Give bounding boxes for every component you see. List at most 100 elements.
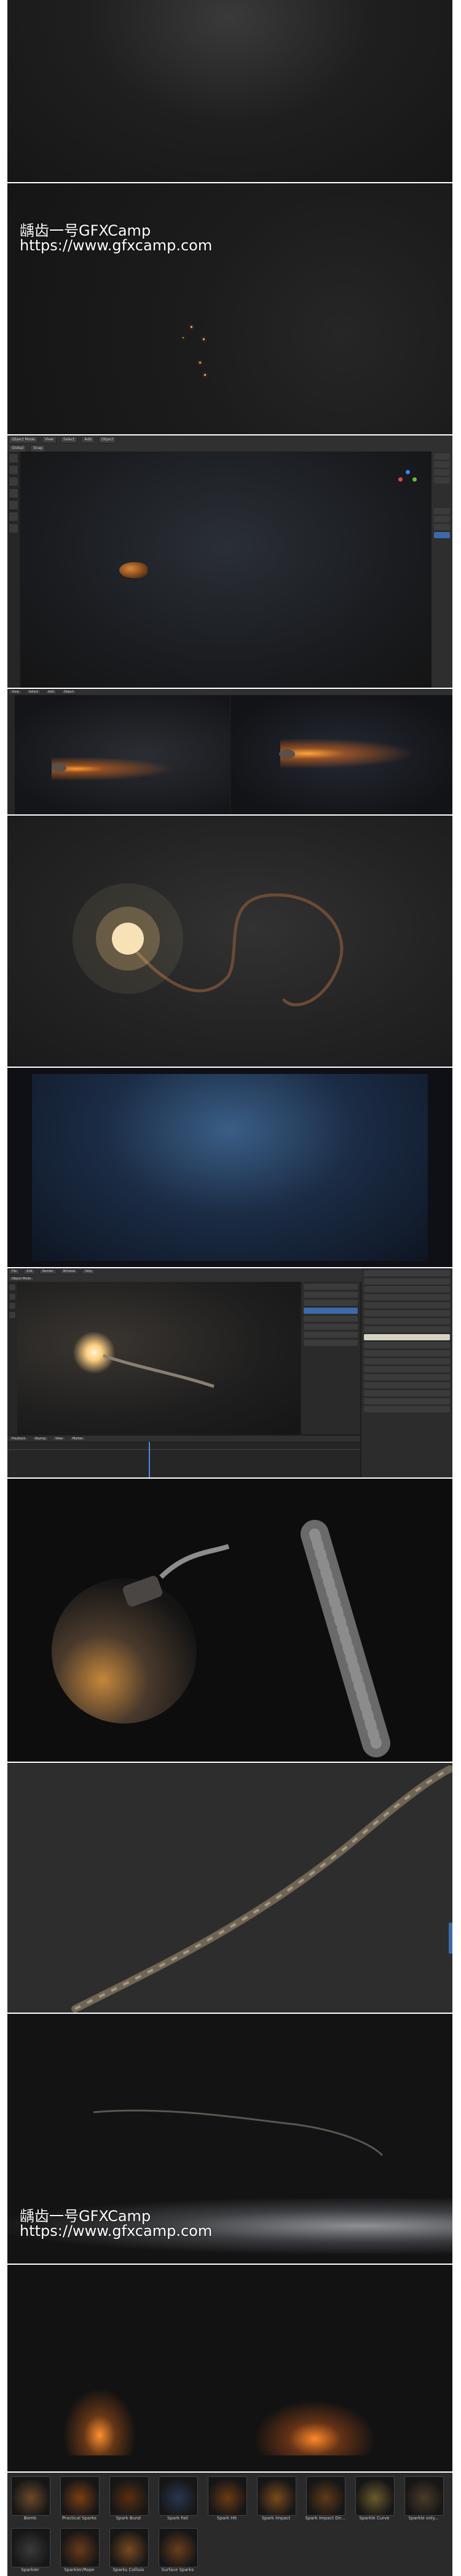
library-item-label: Spark Hit — [216, 2516, 237, 2521]
menu-item[interactable]: Keying — [32, 1436, 49, 1441]
menu-item[interactable]: Render — [39, 1269, 57, 1274]
playhead[interactable] — [149, 1442, 150, 1477]
menu-item[interactable]: View — [41, 436, 57, 443]
rotate-tool-icon[interactable] — [9, 488, 18, 498]
mode-dropdown[interactable]: Object Mode — [9, 1276, 34, 1281]
toolbar — [7, 1282, 17, 1434]
library-item-thumbnail[interactable] — [11, 2528, 50, 2567]
spark-trail — [52, 757, 175, 781]
spark — [199, 362, 201, 364]
library-item-label: Bomb — [23, 2516, 37, 2521]
spark-burst — [63, 2388, 136, 2455]
library-item-label: Sparks Collisio — [112, 2567, 144, 2572]
watermark-line2: https://www.gfxcamp.com — [20, 2222, 213, 2240]
library-item-label: Spark Impact — [261, 2516, 291, 2521]
library-item-label: Sparkle only... — [408, 2516, 439, 2521]
library-item-thumbnail[interactable] — [159, 2476, 198, 2516]
smoke-texture-panel — [7, 0, 452, 182]
library-item-thumbnail[interactable] — [404, 2476, 444, 2516]
timeline[interactable]: Playback Keying View Marker — [7, 1436, 360, 1477]
menu-item[interactable]: View — [9, 690, 22, 694]
library-item-thumbnail[interactable] — [11, 2476, 50, 2516]
menu-item[interactable]: File — [9, 1269, 20, 1274]
scale-tool-icon[interactable] — [9, 1311, 16, 1319]
viewport-header: Object Mode View Select Add Object — [7, 435, 452, 445]
menu-item[interactable]: Select — [25, 690, 42, 694]
toolbar — [7, 451, 20, 688]
library-item-thumbnail[interactable] — [159, 2528, 198, 2567]
viewport-left[interactable] — [15, 695, 230, 814]
viewport-right[interactable] — [231, 695, 452, 814]
library-item-thumbnail[interactable] — [109, 2528, 149, 2567]
menu-item[interactable]: Window — [60, 1269, 79, 1274]
library-item-thumbnail[interactable] — [208, 2476, 247, 2516]
cursor-tool-icon[interactable] — [9, 465, 18, 475]
fuse-curve — [103, 1354, 215, 1388]
menu-item[interactable]: Select — [60, 436, 78, 443]
viewport-panel: Object Mode View Select Add Object Globa… — [7, 435, 452, 688]
library-item-label: Sparkler — [21, 2567, 39, 2572]
sparks-scene-panel — [7, 183, 452, 434]
timeline-header: Playback Keying View Marker — [7, 1436, 360, 1442]
library-item-label: Surface Sparks — [161, 2567, 194, 2572]
editor-panel: File Edit Render Window Help Object Mode… — [7, 1268, 452, 1477]
bullet-object[interactable] — [279, 749, 295, 759]
rotate-tool-icon[interactable] — [9, 1302, 16, 1310]
properties-panel — [431, 451, 452, 688]
spark — [204, 374, 206, 376]
spark-trail — [280, 738, 416, 769]
menu-item[interactable]: Playback — [9, 1436, 29, 1441]
viewport-canvas[interactable] — [17, 1282, 300, 1434]
library-item-label: Sparkler/Rope — [64, 2567, 95, 2572]
library-item-thumbnail[interactable] — [257, 2476, 296, 2516]
sparkler-render-panel — [7, 816, 452, 1067]
library-item-thumbnail[interactable] — [60, 2528, 100, 2567]
library-item-label: Sparkle Curve — [359, 2516, 390, 2521]
library-item-thumbnail[interactable] — [109, 2476, 149, 2516]
measure-tool-icon[interactable] — [9, 523, 18, 533]
split-viewport-panel: View Select Add Object — [7, 689, 452, 814]
menu-item[interactable]: Object — [60, 690, 77, 694]
watermark-line2: https://www.gfxcamp.com — [20, 237, 213, 254]
move-tool-icon[interactable] — [9, 1293, 16, 1300]
bullet-object[interactable] — [52, 763, 66, 773]
library-item-label: Practical Sparks — [62, 2516, 97, 2521]
toolbar — [7, 695, 15, 814]
library-item-label: Spark Impact Dir... — [305, 2516, 345, 2521]
library-item-thumbnail[interactable] — [306, 2476, 345, 2516]
bomb-illustration — [52, 1520, 390, 1757]
cloud-texture-panel — [7, 1068, 452, 1267]
rope-illustration — [71, 1765, 452, 2013]
viewport-canvas[interactable] — [21, 451, 431, 688]
menu-item[interactable]: Object — [98, 436, 117, 443]
library-item-label: Spark Burst — [116, 2516, 141, 2521]
menu-item[interactable]: Object Mode — [9, 436, 38, 443]
ground-sparks-panel — [7, 2265, 452, 2471]
spark-burst — [253, 2400, 376, 2455]
menu-item[interactable]: Add — [81, 436, 95, 443]
properties-panel — [361, 1268, 452, 1477]
select-tool-icon[interactable] — [9, 1284, 16, 1291]
library-item-thumbnail[interactable] — [355, 2476, 395, 2516]
annotate-tool-icon[interactable] — [9, 512, 18, 522]
library-item-label: Spark Fall — [167, 2516, 188, 2521]
bullet-object[interactable] — [119, 562, 148, 578]
menu-item[interactable]: Marker — [69, 1436, 87, 1441]
menu-item[interactable]: Add — [45, 690, 57, 694]
menu-item[interactable]: View — [52, 1436, 66, 1441]
fuse-illustration — [73, 883, 344, 1006]
library-item-thumbnail[interactable] — [60, 2476, 100, 2516]
sidebar-panel — [301, 1282, 360, 1434]
menu-item[interactable]: Edit — [23, 1269, 36, 1274]
spark — [191, 326, 192, 328]
scroll-handle[interactable] — [449, 1923, 452, 1954]
bomb-render-panel — [7, 1479, 452, 1762]
menu-item[interactable]: Help — [82, 1269, 95, 1274]
spark — [183, 337, 184, 338]
navigation-gizmo[interactable] — [398, 470, 417, 488]
move-tool-icon[interactable] — [9, 477, 18, 487]
select-tool-icon[interactable] — [9, 453, 18, 463]
scale-tool-icon[interactable] — [9, 500, 18, 510]
rope-render-panel — [7, 1763, 452, 2013]
asset-library-panel: Bomb Practical Sparks Spark Burst Spark Fal… — [7, 2473, 452, 2576]
